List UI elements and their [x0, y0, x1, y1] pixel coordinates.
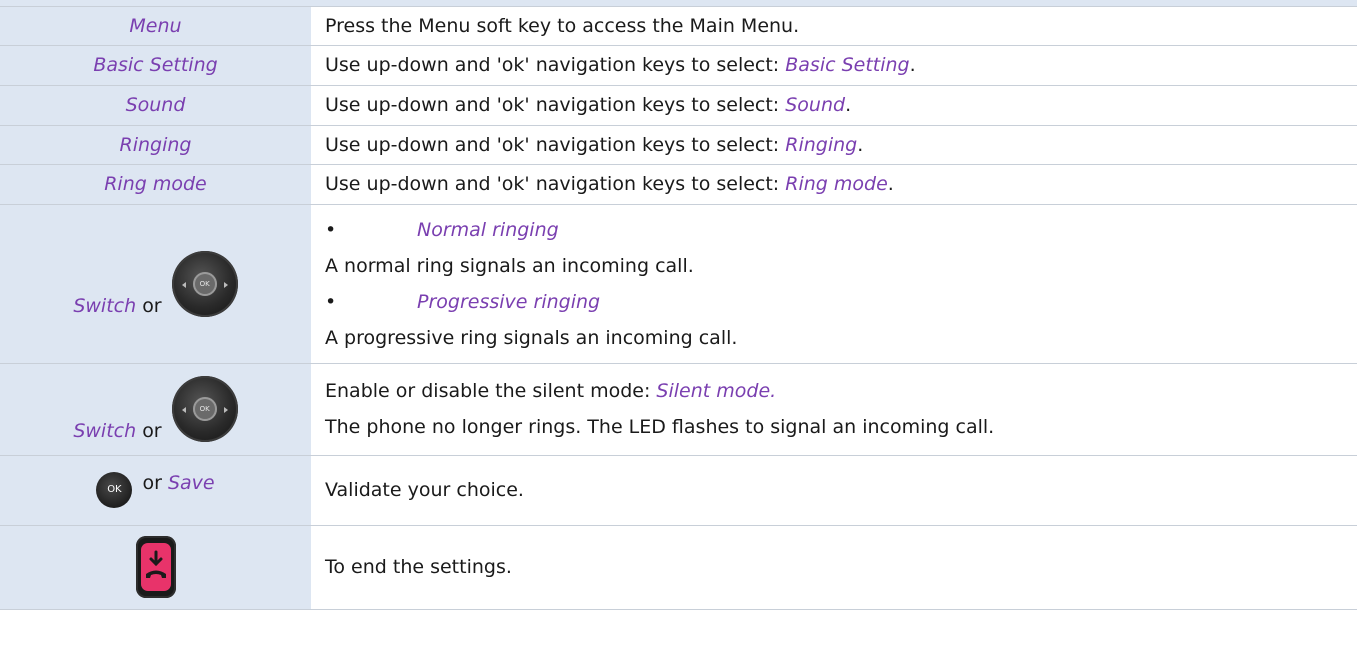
desc-highlight: Silent mode. — [656, 380, 777, 402]
left-arrow-icon — [181, 407, 186, 413]
table-row: Switch or OK Enable or disable the silen… — [0, 363, 1357, 456]
top-strip — [0, 0, 1357, 7]
key-hangup — [0, 525, 311, 610]
key-sound: Sound — [0, 85, 311, 126]
table-row: Ring mode Use up-down and 'ok' navigatio… — [0, 164, 1357, 205]
description: To end the settings. — [311, 525, 1357, 610]
description: Validate your choice. — [311, 455, 1357, 526]
silent-line-2: The phone no longer rings. The LED flash… — [325, 416, 995, 438]
bullet: • — [325, 290, 337, 313]
desc-highlight: Basic Setting — [785, 54, 910, 76]
table-row: Sound Use up-down and 'ok' navigation ke… — [0, 85, 1357, 126]
desc-text: Enable or disable the silent mode: — [325, 380, 657, 402]
description: Use up-down and 'ok' navigation keys to … — [311, 85, 1357, 126]
desc-suffix: . — [857, 133, 864, 156]
key-ok-save: OK or Save — [0, 455, 311, 526]
key-ringing: Ringing — [0, 125, 311, 165]
right-arrow-icon — [223, 407, 228, 413]
bullet: • — [325, 218, 337, 241]
desc-suffix: . — [887, 173, 894, 195]
switch-label: Switch — [73, 420, 137, 442]
desc-highlight: Sound — [785, 94, 846, 116]
save-label: Save — [167, 472, 215, 494]
key-basic-setting: Basic Setting — [0, 45, 311, 86]
or-label: or — [142, 294, 162, 317]
description: Press the Menu soft key to access the Ma… — [311, 7, 1357, 46]
right-arrow-icon — [223, 281, 228, 288]
description: Use up-down and 'ok' navigation keys to … — [311, 164, 1357, 205]
table-row: Ringing Use up-down and 'ok' navigation … — [0, 125, 1357, 165]
option-normal-label: Normal ringing — [417, 218, 559, 241]
description: • Normal ringing A normal ring signals an… — [311, 204, 1357, 364]
description: Use up-down and 'ok' navigation keys to … — [311, 45, 1357, 86]
option-normal-desc: A normal ring signals an incoming call. — [325, 254, 694, 277]
option-normal: • Normal ringing — [325, 212, 1357, 248]
key-ring-mode: Ring mode — [0, 164, 311, 205]
desc-text: Use up-down and 'ok' navigation keys to … — [325, 54, 786, 76]
hang-up-glyph-icon — [145, 550, 166, 578]
or-label: or — [142, 472, 162, 494]
table-row: Menu Press the Menu soft key to access t… — [0, 7, 1357, 46]
switch-label: Switch — [73, 294, 137, 317]
desc-text: Use up-down and 'ok' navigation keys to … — [325, 133, 786, 156]
option-progressive: • Progressive ringing — [325, 284, 1357, 320]
description: Use up-down and 'ok' navigation keys to … — [311, 125, 1357, 165]
table-row: To end the settings. — [0, 525, 1357, 610]
desc-highlight: Ringing — [785, 133, 858, 156]
navigator-ok-icon: OK — [171, 250, 238, 317]
ok-key-icon: OK — [96, 472, 133, 508]
table-row: OK or Save Validate your choice. — [0, 455, 1357, 526]
ok-center-key: OK — [192, 397, 217, 421]
desc-highlight: Ring mode — [785, 173, 888, 195]
desc-suffix: . — [909, 54, 916, 76]
key-switch-ringing: Switch or OK — [0, 204, 311, 364]
desc-text: Use up-down and 'ok' navigation keys to … — [325, 94, 786, 116]
silent-line-1: Enable or disable the silent mode: Silen… — [325, 373, 1357, 409]
key-switch-silent: Switch or OK — [0, 363, 311, 456]
description: Enable or disable the silent mode: Silen… — [311, 363, 1357, 456]
key-menu: Menu — [0, 7, 311, 46]
or-label: or — [142, 420, 162, 442]
desc-text: Use up-down and 'ok' navigation keys to … — [325, 173, 786, 195]
table-row: Basic Setting Use up-down and 'ok' navig… — [0, 45, 1357, 86]
ok-center-key: OK — [192, 271, 217, 296]
hang-up-icon — [135, 536, 176, 598]
desc-suffix: . — [845, 94, 852, 116]
procedure-table: Menu Press the Menu soft key to access t… — [0, 7, 1357, 610]
navigator-ok-icon: OK — [171, 376, 238, 442]
option-progressive-desc: A progressive ring signals an incoming c… — [325, 326, 738, 349]
table-row: Switch or OK • Normal ringing A normal ri… — [0, 204, 1357, 364]
option-progressive-label: Progressive ringing — [417, 290, 601, 313]
left-arrow-icon — [181, 281, 186, 288]
